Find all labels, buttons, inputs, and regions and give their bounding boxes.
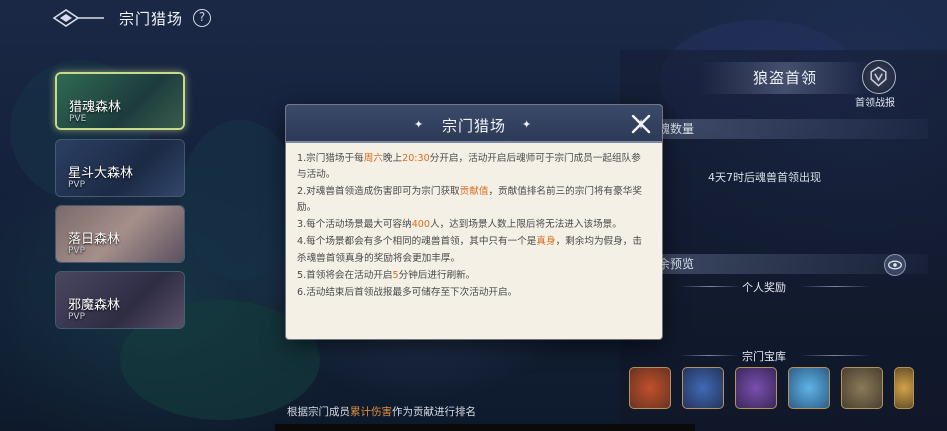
map-item-sunset-forest[interactable]: 落日森林 PVP [55, 205, 185, 263]
eye-icon[interactable] [884, 254, 906, 276]
map-mode-tag: PVP [68, 180, 86, 190]
map-name: 猎魂森林 [69, 100, 122, 115]
rule-text: 6.活动结束后首领战报最多可储存至下次活动开启。 [297, 286, 518, 298]
background-tree [180, 120, 300, 280]
ranking-note-suffix: 作为贡献进行排名 [392, 406, 476, 418]
page-title: 宗门猎场 [119, 10, 184, 28]
section-header-preview: 余预览 [628, 254, 928, 274]
rule-text: 分钟后进行刷新。 [398, 269, 476, 281]
rules-list: 1.宗门猎场于每周六晚上20:30分开启，活动开启后魂师可于宗门成员一起组队参与… [297, 151, 649, 302]
rule-text: 人，达到场景人数上限后将无法进入该场景。 [430, 219, 622, 231]
rule-highlight: 贡献值 [459, 186, 489, 198]
scrolling-ticker [275, 424, 695, 431]
map-name: 星斗大森林 [68, 166, 134, 181]
reward-red-crystal-icon[interactable] [629, 367, 671, 409]
sparkle-icon: ✦ [522, 118, 532, 131]
map-mode-tag: PVP [68, 312, 86, 322]
divider [680, 286, 740, 287]
rule-text: 3.每个活动场景最大可容纳 [297, 219, 412, 231]
rule-text: 晚上 [382, 153, 403, 164]
rule-item: 6.活动结束后首领战报最多可储存至下次活动开启。 [297, 285, 649, 301]
rule-highlight: 400 [411, 219, 430, 231]
boss-report-label[interactable]: 首领战报 [855, 94, 895, 109]
ranking-note: 根据宗门成员累计伤害作为贡献进行排名 [287, 404, 476, 419]
map-name: 落日森林 [68, 232, 121, 247]
dialog-title: 宗门猎场 [441, 117, 506, 135]
ranking-note-prefix: 根据宗门成员 [287, 406, 350, 418]
rule-item: 1.宗门猎场于每周六晚上20:30分开启，活动开启后魂师可于宗门成员一起组队参与… [297, 151, 649, 183]
dialog-header: ✦ 宗门猎场 ✦ [286, 105, 662, 143]
boss-title: 狼盗首领 [700, 62, 870, 94]
rule-highlight: 20:30 [402, 153, 430, 164]
rule-item: 4.每个场景都会有多个相同的魂兽首领，其中只有一个是真身，剩余均为假身，击杀魂兽… [297, 234, 649, 266]
rule-item: 5.首领将会在活动开启5分钟后进行刷新。 [297, 268, 649, 284]
divider [800, 355, 870, 356]
sect-treasury-label: 宗门宝库 [742, 350, 786, 363]
reward-purple-gem-icon[interactable] [735, 367, 777, 409]
rule-item: 2.对魂兽首领造成伤害即可为宗门获取贡献值，贡献值排名前三的宗门将有豪华奖励。 [297, 184, 649, 216]
section-header-count: 魂数量 [628, 119, 928, 139]
rule-highlight: 周六 [363, 153, 383, 164]
personal-reward-label: 个人奖励 [742, 281, 786, 294]
map-item-evil-forest[interactable]: 邪魔森林 PVP [55, 271, 185, 329]
map-mode-tag: PVP [68, 246, 86, 256]
rule-text: 5.首领将会在活动开启 [297, 269, 393, 281]
boss-spawn-timer: 4天7时后魂兽首领出现 [708, 171, 821, 184]
rule-text: 4.每个场景都会有多个相同的魂兽首领，其中只有一个是 [297, 236, 537, 248]
map-item-star-forest[interactable]: 星斗大森林 PVP [55, 139, 185, 197]
map-name: 邪魔森林 [68, 298, 121, 313]
rule-highlight: 真身 [536, 236, 556, 248]
reward-blue-orb-icon[interactable] [682, 367, 724, 409]
help-icon[interactable]: ? [193, 9, 211, 27]
map-item-hunting-forest[interactable]: 猎魂森林 PVE [55, 72, 185, 130]
reward-blue-crystal-icon[interactable] [788, 367, 830, 409]
boss-report-icon[interactable] [862, 60, 896, 94]
divider [800, 286, 870, 287]
rule-item: 3.每个活动场景最大可容纳400人，达到场景人数上限后将无法进入该场景。 [297, 217, 649, 233]
rules-dialog: ✦ 宗门猎场 ✦ 1.宗门猎场于每周六晚上20:30分开启，活动开启后魂师可于宗… [286, 105, 662, 339]
reward-badge-icon[interactable] [841, 367, 883, 409]
top-bar: 宗门猎场 ? [0, 0, 947, 38]
divider [680, 355, 738, 356]
ranking-note-highlight: 累计伤害 [350, 406, 392, 418]
rule-text: 2.对魂兽首领造成伤害即可为宗门获取 [297, 186, 460, 198]
reward-gold-icon[interactable] [894, 367, 914, 409]
close-icon[interactable] [630, 113, 652, 135]
rule-text: 1.宗门猎场于每 [297, 153, 364, 164]
map-mode-tag: PVE [69, 114, 87, 124]
back-arrow-icon[interactable] [52, 8, 106, 28]
